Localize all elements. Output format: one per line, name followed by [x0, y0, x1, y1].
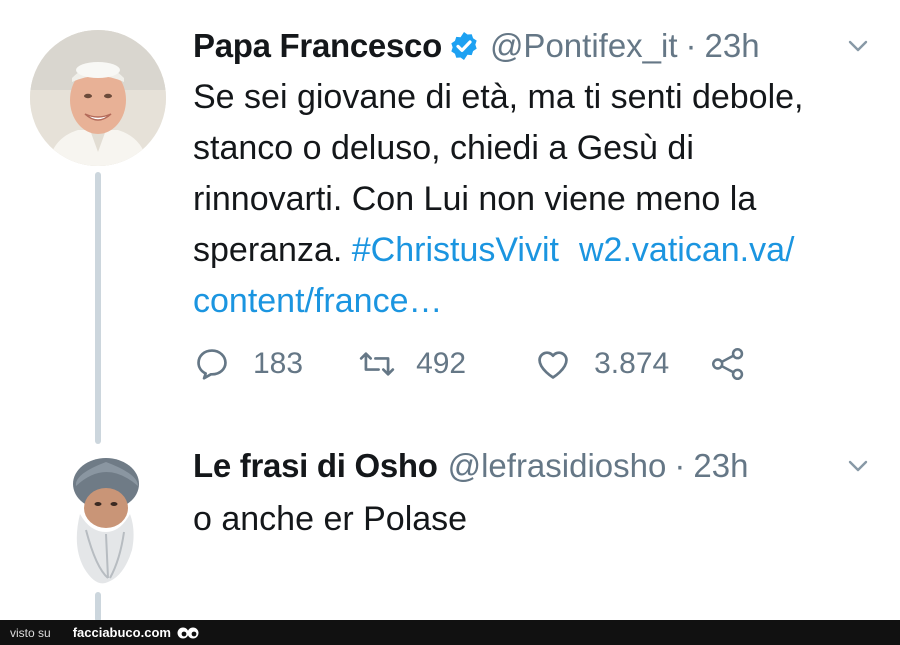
- author-name[interactable]: Le frasi di Osho: [193, 444, 438, 488]
- hashtag-link[interactable]: #ChristusVivit: [352, 231, 559, 269]
- share-action[interactable]: [709, 345, 747, 383]
- tweet-text-line: rinnovarti. Con Lui non viene meno la: [193, 180, 757, 218]
- tweet-text-fragment: speranza.: [193, 231, 352, 269]
- tweet-text-line: stanco o deluso, chiedi a Gesù di: [193, 129, 694, 167]
- heart-icon: [538, 351, 568, 379]
- tweet-body: o anche er Polase: [193, 500, 468, 538]
- watermark-brand: facciabuco.com: [72, 625, 171, 640]
- retweet-action[interactable]: 492: [358, 345, 466, 383]
- like-action[interactable]: 3.874: [534, 345, 669, 383]
- pope-portrait-image: [30, 30, 166, 166]
- tweet-text-line-last: speranza. #ChristusVivit w2.vatican.va/: [193, 225, 870, 276]
- tweet-action-bar: 183 492 3.874: [193, 345, 747, 383]
- author-name[interactable]: Papa Francesco: [193, 24, 442, 68]
- reply-icon: [197, 349, 227, 380]
- separator-dot: ·: [685, 27, 697, 64]
- watermark-prefix: visto su: [10, 625, 51, 640]
- tweet-le-frasi-di-osho[interactable]: Le frasi di Osho @lefrasidiosho · 23h o …: [193, 444, 870, 545]
- tweet-header: Le frasi di Osho @lefrasidiosho · 23h: [193, 444, 870, 488]
- tweet-timestamp[interactable]: 23h: [693, 444, 748, 488]
- osho-portrait-image: [73, 458, 139, 584]
- tweet-timestamp[interactable]: 23h: [705, 24, 760, 68]
- watermark-bar: visto su facciabuco.com: [0, 620, 900, 645]
- verified-badge-icon: [451, 32, 477, 60]
- chevron-down-icon[interactable]: [846, 454, 870, 478]
- eyes-logo-icon: [177, 627, 199, 638]
- thread-line-top: [95, 172, 101, 444]
- retweet-count: 492: [416, 347, 467, 380]
- separator-dot: ·: [674, 447, 686, 484]
- reply-action[interactable]: 183: [193, 345, 303, 383]
- avatar-le-frasi-di-osho[interactable]: [62, 450, 144, 590]
- avatar-papa-francesco[interactable]: [30, 30, 166, 166]
- url-link-continued[interactable]: content/france…: [193, 276, 870, 327]
- tweet-header: Papa Francesco @Pontifex_it · 23h: [193, 24, 870, 68]
- like-count: 3.874: [594, 347, 670, 380]
- author-handle[interactable]: @Pontifex_it: [490, 24, 678, 68]
- reply-count: 183: [253, 347, 304, 380]
- tweet-body: Se sei giovane di età, ma ti senti debol…: [193, 72, 870, 327]
- tweet-text-line: Se sei giovane di età, ma ti senti debol…: [193, 78, 804, 116]
- author-handle[interactable]: @lefrasidiosho: [448, 444, 667, 488]
- thread-line-bottom: [95, 592, 101, 622]
- share-icon: [712, 348, 744, 380]
- url-link[interactable]: w2.vatican.va/: [579, 231, 794, 269]
- chevron-down-icon[interactable]: [846, 34, 870, 58]
- retweet-icon: [359, 352, 395, 376]
- tweet-papa-francesco[interactable]: Papa Francesco @Pontifex_it · 23h Se sei…: [193, 24, 870, 327]
